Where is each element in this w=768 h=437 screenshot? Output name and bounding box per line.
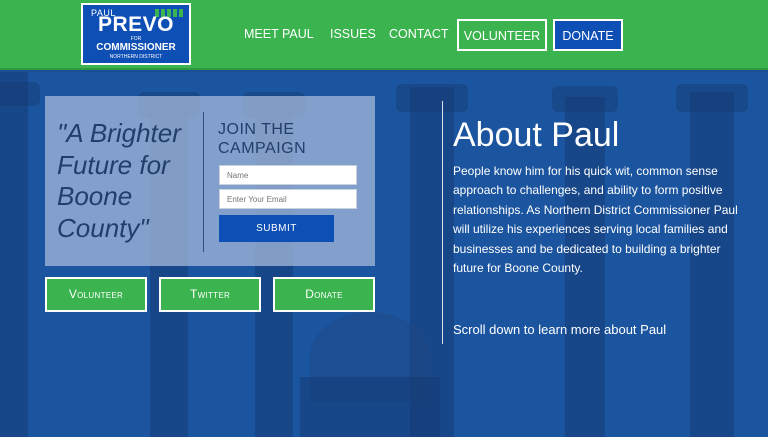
submit-button[interactable]: SUBMIT (219, 215, 334, 242)
campaign-slogan: "A Brighter Future for Boone County" (57, 118, 181, 243)
column-capital (552, 86, 618, 112)
site-header: PAUL PREVO FOR COMMISSIONER NORTHERN DIS… (0, 0, 768, 70)
nav-issues[interactable]: ISSUES (330, 27, 376, 41)
nav-donate-button[interactable]: DONATE (553, 19, 623, 51)
column-shape (0, 72, 28, 437)
join-heading: JOIN THE CAMPAIGN (218, 121, 307, 157)
signup-panel: "A Brighter Future for Boone County" JOI… (45, 96, 375, 266)
capitol-base (300, 377, 440, 437)
logo-title: COMMISSIONER (96, 42, 176, 53)
nav-volunteer-button[interactable]: VOLUNTEER (457, 19, 547, 51)
name-field[interactable] (219, 165, 357, 185)
column-capital (676, 84, 748, 112)
about-body: People know him for his quick wit, commo… (453, 164, 738, 276)
nav-meet-paul[interactable]: MEET PAUL (244, 27, 314, 41)
nav-contact[interactable]: CONTACT (389, 27, 449, 41)
logo-last-name: PREVO (97, 13, 175, 36)
volunteer-button[interactable]: Volunteer (45, 277, 147, 312)
column-capital (0, 82, 40, 106)
about-title: About Paul (453, 116, 620, 154)
about-divider (442, 101, 443, 344)
logo-district: NORTHERN DISTRICT (109, 54, 163, 60)
campaign-logo[interactable]: PAUL PREVO FOR COMMISSIONER NORTHERN DIS… (81, 3, 191, 65)
twitter-button[interactable]: Twitter (159, 277, 261, 312)
column-capital (396, 84, 468, 112)
scroll-link[interactable]: Scroll down to learn more about Paul (453, 322, 666, 337)
email-field[interactable] (219, 189, 357, 209)
panel-divider (203, 112, 204, 252)
donate-button[interactable]: Donate (273, 277, 375, 312)
